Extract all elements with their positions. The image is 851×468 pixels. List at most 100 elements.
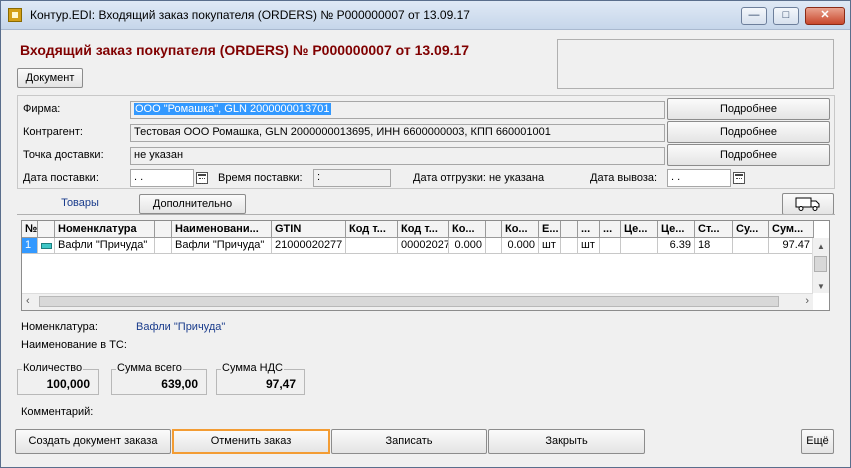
col-header-qty-1[interactable]: Ко...	[449, 221, 486, 238]
col-header-status[interactable]	[38, 221, 55, 238]
col-header-blank[interactable]	[155, 221, 172, 238]
delivery-date-label: Дата поставки:	[23, 172, 99, 184]
pickup-date-field[interactable]: . .	[667, 169, 731, 187]
scroll-down-icon[interactable]: ▼	[817, 282, 825, 291]
calendar-icon[interactable]	[733, 172, 745, 184]
delivery-point-details-button[interactable]: Подробнее	[667, 144, 830, 166]
pickup-date-label: Дата вывоза:	[590, 172, 658, 184]
scroll-right-icon[interactable]: ›	[805, 295, 809, 307]
col-header-name[interactable]: Наименовани...	[172, 221, 272, 238]
cell-code-2[interactable]: 00002027	[398, 238, 449, 254]
cell-name[interactable]: Вафли "Причуда"	[172, 238, 272, 254]
cell-gtin[interactable]: 21000020277	[272, 238, 346, 254]
shipment-date-label: Дата отгрузки: не указана	[413, 172, 545, 184]
cell-qty-1[interactable]: 0.000	[449, 238, 486, 254]
cell-blank[interactable]	[486, 238, 502, 254]
cell-qty-2[interactable]: 0.000	[502, 238, 539, 254]
truck-icon	[795, 197, 820, 211]
comment-label: Комментарий:	[21, 406, 94, 418]
ts-name-label: Наименование в ТС:	[21, 339, 127, 351]
cell-blank[interactable]	[561, 238, 578, 254]
col-header-unit[interactable]: Е...	[539, 221, 561, 238]
firm-label: Фирма:	[23, 103, 61, 115]
cell-misc[interactable]	[600, 238, 621, 254]
delivery-point-label: Точка доставки:	[23, 149, 104, 161]
cell-unit[interactable]: шт	[539, 238, 561, 254]
col-header-code-1[interactable]: Код т...	[346, 221, 398, 238]
col-header-misc[interactable]: ...	[600, 221, 621, 238]
scroll-left-icon[interactable]: ‹	[26, 295, 30, 307]
table-vertical-scrollbar[interactable]: ▲ ▼	[812, 238, 829, 293]
sum-vat-label: Сумма НДС	[221, 362, 284, 374]
counterparty-details-button[interactable]: Подробнее	[667, 121, 830, 143]
minimize-button[interactable]: —	[741, 7, 767, 25]
maximize-button[interactable]: □	[773, 7, 799, 25]
col-header-code-2[interactable]: Код т...	[398, 221, 449, 238]
col-header-qty-2[interactable]: Ко...	[502, 221, 539, 238]
cell-code-1[interactable]	[346, 238, 398, 254]
window-title: Контур.EDI: Входящий заказ покупателя (O…	[30, 8, 470, 22]
col-header-number[interactable]: №	[22, 221, 38, 238]
cell-status[interactable]	[38, 238, 55, 254]
col-header-nomenclature[interactable]: Номенклатура	[55, 221, 155, 238]
col-header-price-2[interactable]: Це...	[658, 221, 695, 238]
cell-number[interactable]: 1	[22, 238, 38, 254]
app-icon	[8, 8, 22, 22]
quantity-value: 100,000	[46, 377, 90, 391]
cell-rate[interactable]: 18	[695, 238, 733, 254]
calendar-icon[interactable]	[196, 172, 208, 184]
cell-nomenclature[interactable]: Вафли "Причуда"	[55, 238, 155, 254]
close-button[interactable]: Закрыть	[488, 429, 645, 454]
firm-value: ООО "Ромашка", GLN 2000000013701	[134, 103, 331, 115]
title-bar: Контур.EDI: Входящий заказ покупателя (O…	[1, 1, 850, 30]
sum-total-label: Сумма всего	[116, 362, 183, 374]
col-header-blank[interactable]	[561, 221, 578, 238]
col-header-rate[interactable]: Ст...	[695, 221, 733, 238]
cancel-order-button[interactable]: Отменить заказ	[172, 429, 330, 454]
delivery-point-field[interactable]: не указан	[130, 147, 665, 165]
cell-unit-2[interactable]: шт	[578, 238, 600, 254]
delivery-date-field[interactable]: . .	[130, 169, 194, 187]
quantity-label: Количество	[22, 362, 84, 374]
status-icon	[41, 243, 52, 249]
sum-vat-value: 97,47	[265, 377, 296, 391]
nomenclature-label: Номенклатура:	[21, 321, 98, 333]
tab-additional[interactable]: Дополнительно	[139, 194, 246, 214]
col-header-unit-2[interactable]: ...	[578, 221, 600, 238]
col-header-gtin[interactable]: GTIN	[272, 221, 346, 238]
firm-details-button[interactable]: Подробнее	[667, 98, 830, 120]
delivery-time-label: Время поставки:	[218, 172, 303, 184]
status-panel	[557, 39, 834, 89]
tab-divider	[17, 214, 835, 215]
scroll-thumb[interactable]	[39, 296, 779, 307]
col-header-sum-1[interactable]: Су...	[733, 221, 769, 238]
cell-price-1[interactable]	[621, 238, 658, 254]
delivery-time-field[interactable]: :	[313, 169, 391, 187]
cell-blank[interactable]	[155, 238, 172, 254]
col-header-price-1[interactable]: Це...	[621, 221, 658, 238]
col-header-sum-2[interactable]: Сум...	[769, 221, 814, 238]
cell-sum-2[interactable]: 97.47	[769, 238, 814, 254]
cell-sum-1[interactable]	[733, 238, 769, 254]
col-header-blank[interactable]	[486, 221, 502, 238]
more-button[interactable]: Ещё	[801, 429, 834, 454]
goods-table[interactable]: № Номенклатура Наименовани... GTIN Код т…	[21, 220, 830, 311]
quantity-group: Количество 100,000	[17, 362, 99, 395]
document-menu-button[interactable]: Документ	[17, 68, 83, 88]
table-horizontal-scrollbar[interactable]: ‹ ›	[22, 293, 813, 310]
counterparty-field[interactable]: Тестовая ООО Ромашка, GLN 2000000013695,…	[130, 124, 665, 142]
create-order-document-button[interactable]: Создать документ заказа	[15, 429, 171, 454]
scroll-up-icon[interactable]: ▲	[817, 242, 825, 251]
scroll-thumb[interactable]	[814, 256, 827, 272]
save-button[interactable]: Записать	[331, 429, 487, 454]
tab-goods[interactable]: Товары	[21, 195, 139, 214]
sum-total-group: Сумма всего 639,00	[111, 362, 207, 395]
nomenclature-value: Вафли "Причуда"	[136, 321, 226, 333]
page-title: Входящий заказ покупателя (ORDERS) № P00…	[20, 42, 470, 58]
sum-vat-group: Сумма НДС 97,47	[216, 362, 305, 395]
firm-field[interactable]: ООО "Ромашка", GLN 2000000013701	[130, 101, 665, 119]
close-window-button[interactable]: ✕	[805, 7, 845, 25]
truck-button[interactable]	[782, 193, 834, 215]
counterparty-label: Контрагент:	[23, 126, 83, 138]
cell-price-2[interactable]: 6.39	[658, 238, 695, 254]
